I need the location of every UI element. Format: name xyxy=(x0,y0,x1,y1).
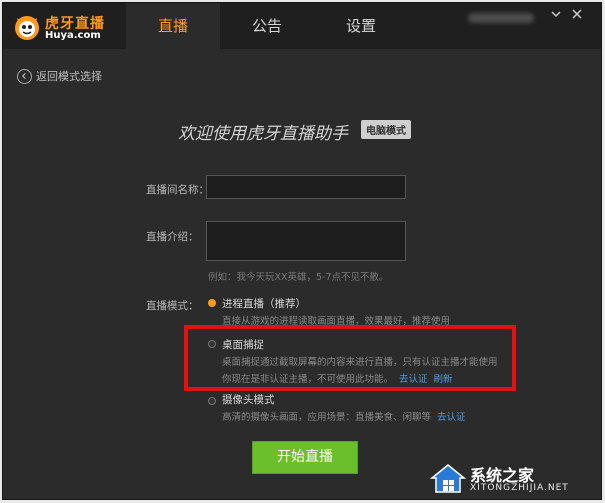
house-logo-icon xyxy=(430,464,466,493)
huya-mascot-icon xyxy=(15,16,39,40)
intro-hint: 例如：我今天玩XX英雄，5-7点不见不散。 xyxy=(208,272,389,283)
room-name-input[interactable] xyxy=(206,175,406,199)
logo-brand-en: Huya.com xyxy=(45,30,101,41)
back-to-mode-select[interactable]: 返回模式选择 xyxy=(17,68,102,84)
room-name-label: 直播间名称： xyxy=(146,184,209,196)
close-icon[interactable] xyxy=(569,6,585,22)
intro-label: 直播介绍： xyxy=(146,231,199,243)
watermark: 系统之家 XITONGZHIJIA.NET xyxy=(430,458,600,498)
option-camera-desc: 高清的摄像头画面，应用场景：直播美食、闲聊等 去认证 xyxy=(222,409,466,423)
main-nav: 直播 公告 设置 xyxy=(126,3,408,49)
mode-badge: 电脑模式 xyxy=(361,120,411,139)
red-highlight-box xyxy=(184,325,516,391)
radio-process-mode[interactable] xyxy=(208,299,216,307)
blurred-username xyxy=(468,13,534,23)
back-label: 返回模式选择 xyxy=(36,70,102,83)
app-window: 虎牙直播 Huya.com 直播 公告 设置 返回模式选择 欢迎使用虎牙直播助手… xyxy=(2,2,602,500)
start-live-button[interactable]: 开始直播 xyxy=(252,441,358,474)
camera-certify-link[interactable]: 去认证 xyxy=(437,412,466,423)
mode-label: 直播模式： xyxy=(146,300,199,312)
tab-settings[interactable]: 设置 xyxy=(314,3,408,49)
welcome-title: 欢迎使用虎牙直播助手 xyxy=(178,124,348,144)
watermark-en: XITONGZHIJIA.NET xyxy=(470,483,569,493)
option-process-title[interactable]: 进程直播（推荐） xyxy=(222,296,306,311)
back-arrow-icon xyxy=(17,68,32,84)
tab-live[interactable]: 直播 xyxy=(126,3,220,49)
title-bar: 虎牙直播 Huya.com 直播 公告 设置 xyxy=(3,3,601,49)
option-camera-title[interactable]: 摄像头模式 xyxy=(222,392,275,407)
radio-camera-mode[interactable] xyxy=(208,397,216,405)
huya-logo: 虎牙直播 Huya.com xyxy=(13,11,108,43)
camera-desc-text: 高清的摄像头画面，应用场景：直播美食、闲聊等 xyxy=(222,412,432,423)
tab-announcement[interactable]: 公告 xyxy=(220,3,314,49)
minimize-icon[interactable] xyxy=(548,6,564,22)
intro-input[interactable] xyxy=(206,221,406,261)
